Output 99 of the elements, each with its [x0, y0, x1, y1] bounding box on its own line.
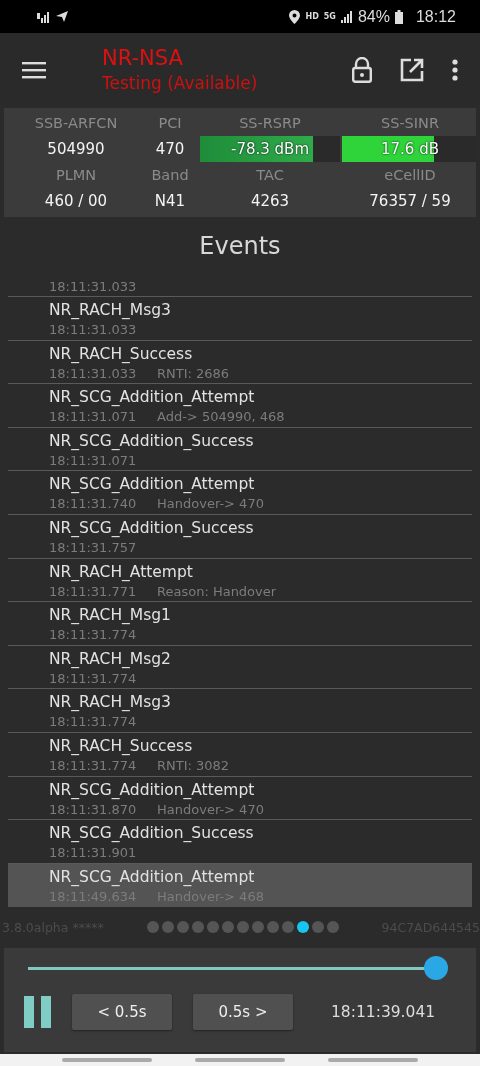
- send-icon: [55, 10, 69, 23]
- nav-handle[interactable]: [61, 1058, 152, 1062]
- field-label: eCellID: [383, 166, 437, 185]
- nav-handle[interactable]: [328, 1058, 419, 1062]
- field-value: 504990: [46, 139, 106, 160]
- step-back-button[interactable]: < 0.5s: [72, 994, 172, 1030]
- page-dot[interactable]: [236, 921, 249, 933]
- battery-percent: 84%: [357, 7, 390, 26]
- page-dot[interactable]: [281, 921, 294, 933]
- page-dot[interactable]: [176, 921, 189, 933]
- event-row[interactable]: NR_RACH_Attempt 18:11:31.771 Reason: Handover: [8, 558, 472, 603]
- event-time: 18:11:31.901: [49, 844, 138, 862]
- event-detail: Handover-> 470: [157, 495, 264, 513]
- field-value: 470: [154, 139, 186, 160]
- pause-icon[interactable]: [24, 996, 52, 1028]
- event-row[interactable]: NR_RACH_Success 18:11:31.774 RNTI: 3082: [8, 732, 472, 777]
- field-label: PCI: [157, 114, 183, 133]
- event-name: NR_SCG_Addition_Success: [49, 517, 255, 539]
- event-row[interactable]: NR_RACH_Msg2 18:11:31.774: [8, 645, 472, 690]
- lock-icon[interactable]: [352, 56, 372, 83]
- event-name: NR_RACH_Msg2: [49, 648, 172, 670]
- field-label: PLMN: [54, 166, 98, 185]
- event-name: NR_RACH_Msg1: [49, 605, 172, 627]
- page-dot[interactable]: [221, 921, 234, 933]
- field-value: -78.3 dBm: [230, 139, 310, 160]
- slider-thumb[interactable]: [423, 956, 448, 980]
- clock: 18:12: [415, 7, 456, 26]
- step-forward-button[interactable]: 0.5s >: [193, 994, 293, 1030]
- playback-time: 18:11:39.041: [331, 1003, 436, 1021]
- event-time: 18:11:31.033: [49, 321, 138, 338]
- field-label: SS-SINR: [379, 114, 440, 133]
- event-name: NR_SCG_Addition_Attempt: [49, 866, 256, 888]
- field-label: SS-RSRP: [238, 114, 302, 133]
- event-name: NR_RACH_Success: [49, 343, 194, 365]
- event-time: 18:11:31.071: [49, 451, 138, 469]
- event-row[interactable]: NR_SCG_Addition_Success 18:11:31.757: [8, 514, 472, 559]
- event-detail: Add-> 504990, 468: [157, 408, 285, 426]
- event-name: NR_RACH_Msg3: [49, 692, 172, 714]
- page-dot[interactable]: [266, 921, 279, 933]
- event-time: 18:11:31.774: [49, 756, 138, 774]
- event-time: 18:11:31.774: [49, 626, 138, 644]
- event-name: NR_SCG_Addition_Attempt: [49, 474, 256, 496]
- more-icon[interactable]: [452, 58, 458, 81]
- page-dot[interactable]: [191, 921, 204, 933]
- field-value: 4263: [249, 191, 291, 212]
- battery-icon: [394, 9, 403, 24]
- page-dot[interactable]: [161, 921, 174, 933]
- event-name: NR_RACH_Attempt: [49, 561, 194, 583]
- field-value: 76357 / 59: [368, 191, 452, 212]
- event-detail: RNTI: 2686: [157, 364, 230, 382]
- signal-icon: [340, 10, 353, 23]
- event-time: 18:11:31.771: [49, 582, 138, 600]
- menu-icon[interactable]: [22, 60, 46, 79]
- signal-icon: [36, 10, 50, 23]
- page-dot[interactable]: [251, 921, 264, 933]
- event-row[interactable]: NR_RACH_Msg1 18:11:31.774: [8, 602, 472, 646]
- app-subtitle: Testing (Available): [102, 71, 259, 95]
- network-indicator: 5G: [323, 12, 336, 21]
- event-name: NR_SCG_Addition_Success: [49, 430, 255, 452]
- field-label: SSB-ARFCN: [33, 114, 119, 133]
- field-value: N41: [153, 191, 187, 212]
- event-time: 18:11:31.870: [49, 800, 138, 818]
- event-time: 18:11:31.740: [49, 495, 138, 513]
- event-row[interactable]: NR_SCG_Addition_Success 18:11:31.901: [8, 820, 472, 864]
- event-detail: RNTI: 3082: [157, 756, 230, 774]
- event-row[interactable]: NR_SCG_Addition_Attempt 18:11:31.870 Handover-> 470: [8, 776, 472, 821]
- event-time: 18:11:31.071: [49, 408, 138, 426]
- field-label: Band: [150, 166, 190, 185]
- page-dot[interactable]: [326, 921, 339, 933]
- event-time: 18:11:31.774: [49, 669, 138, 687]
- open-external-icon[interactable]: [400, 57, 424, 82]
- location-icon: [289, 9, 301, 24]
- event-detail: Reason: Handover: [157, 582, 277, 600]
- event-time: 18:11:31.757: [49, 538, 138, 556]
- field-value: 460 / 00: [43, 191, 109, 212]
- page-dot[interactable]: [311, 921, 324, 933]
- event-row[interactable]: NR_RACH_Msg3 18:11:31.774: [8, 689, 472, 733]
- event-row[interactable]: NR_RACH_Success 18:11:31.033 RNTI: 2686: [8, 340, 472, 385]
- event-time: 18:11:31.033: [49, 278, 138, 295]
- hd-indicator: HD: [305, 12, 319, 21]
- event-time: 18:11:31.033: [49, 364, 138, 382]
- event-time: 18:11:31.774: [49, 713, 138, 731]
- field-label: TAC: [255, 166, 285, 185]
- event-name: NR_RACH_Msg3: [49, 300, 172, 321]
- event-row[interactable]: NR_SCG_Addition_Attempt 18:11:31.071 Add-> 504990, 468: [8, 384, 472, 428]
- page-dot[interactable]: [206, 921, 219, 933]
- section-title: Events: [198, 231, 282, 262]
- page-dot[interactable]: [296, 921, 309, 933]
- event-row[interactable]: NR_RACH_Msg3 18:11:31.033: [8, 297, 472, 341]
- event-detail: Handover-> 470: [157, 800, 264, 818]
- event-name: NR_RACH_Success: [49, 735, 194, 757]
- event-name: NR_SCG_Addition_Attempt: [49, 387, 256, 409]
- event-row[interactable]: NR_SCG_Addition_Success 18:11:31.071: [8, 427, 472, 472]
- event-row[interactable]: NR_SCG_Addition_Attempt 18:11:31.740 Handover-> 470: [8, 471, 472, 515]
- event-name: NR_SCG_Addition_Success: [49, 823, 255, 845]
- nav-handle[interactable]: [195, 1058, 285, 1062]
- app-title: NR-NSA: [102, 44, 184, 71]
- page-dot[interactable]: [146, 921, 159, 933]
- event-name: NR_SCG_Addition_Attempt: [49, 779, 256, 801]
